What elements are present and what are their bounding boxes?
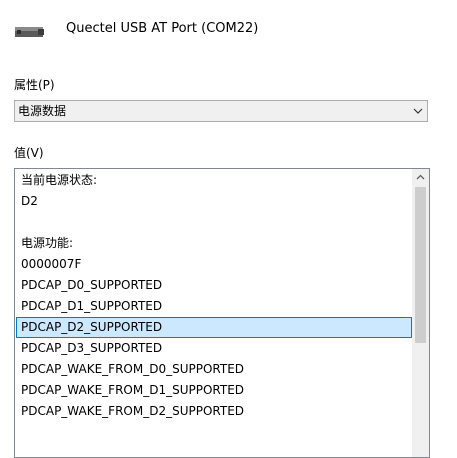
- list-item[interactable]: D2: [16, 191, 412, 212]
- list-item[interactable]: PDCAP_D3_SUPPORTED: [16, 338, 412, 359]
- chevron-down-icon: [413, 108, 423, 114]
- list-item[interactable]: PDCAP_D0_SUPPORTED: [16, 275, 412, 296]
- list-item[interactable]: 当前电源状态:: [16, 170, 412, 191]
- list-item[interactable]: 电源功能:: [16, 233, 412, 254]
- list-item[interactable]: 0000007F: [16, 254, 412, 275]
- scroll-up-arrow-icon[interactable]: [412, 169, 429, 186]
- list-item-selected[interactable]: PDCAP_D2_SUPPORTED: [16, 317, 412, 338]
- value-list-rows: 当前电源状态: D2 电源功能: 0000007F PDCAP_D0_SUPPO…: [16, 170, 412, 422]
- scrollbar-thumb[interactable]: [415, 187, 426, 343]
- vertical-scrollbar[interactable]: [412, 169, 429, 457]
- usb-port-device-icon: [15, 27, 44, 37]
- list-item[interactable]: [16, 212, 412, 233]
- device-header: Quectel USB AT Port (COM22): [0, 0, 457, 64]
- list-item[interactable]: PDCAP_D1_SUPPORTED: [16, 296, 412, 317]
- property-label: 属性(P): [14, 78, 55, 92]
- value-label: 值(V): [14, 146, 44, 160]
- list-item[interactable]: PDCAP_WAKE_FROM_D1_SUPPORTED: [16, 380, 412, 401]
- list-item[interactable]: PDCAP_WAKE_FROM_D0_SUPPORTED: [16, 359, 412, 380]
- property-dropdown-value: 电源数据: [18, 104, 67, 118]
- property-dropdown[interactable]: 电源数据: [14, 100, 428, 122]
- value-listbox[interactable]: 当前电源状态: D2 电源功能: 0000007F PDCAP_D0_SUPPO…: [14, 168, 430, 458]
- list-item[interactable]: PDCAP_WAKE_FROM_D2_SUPPORTED: [16, 401, 412, 422]
- device-name: Quectel USB AT Port (COM22): [66, 21, 259, 36]
